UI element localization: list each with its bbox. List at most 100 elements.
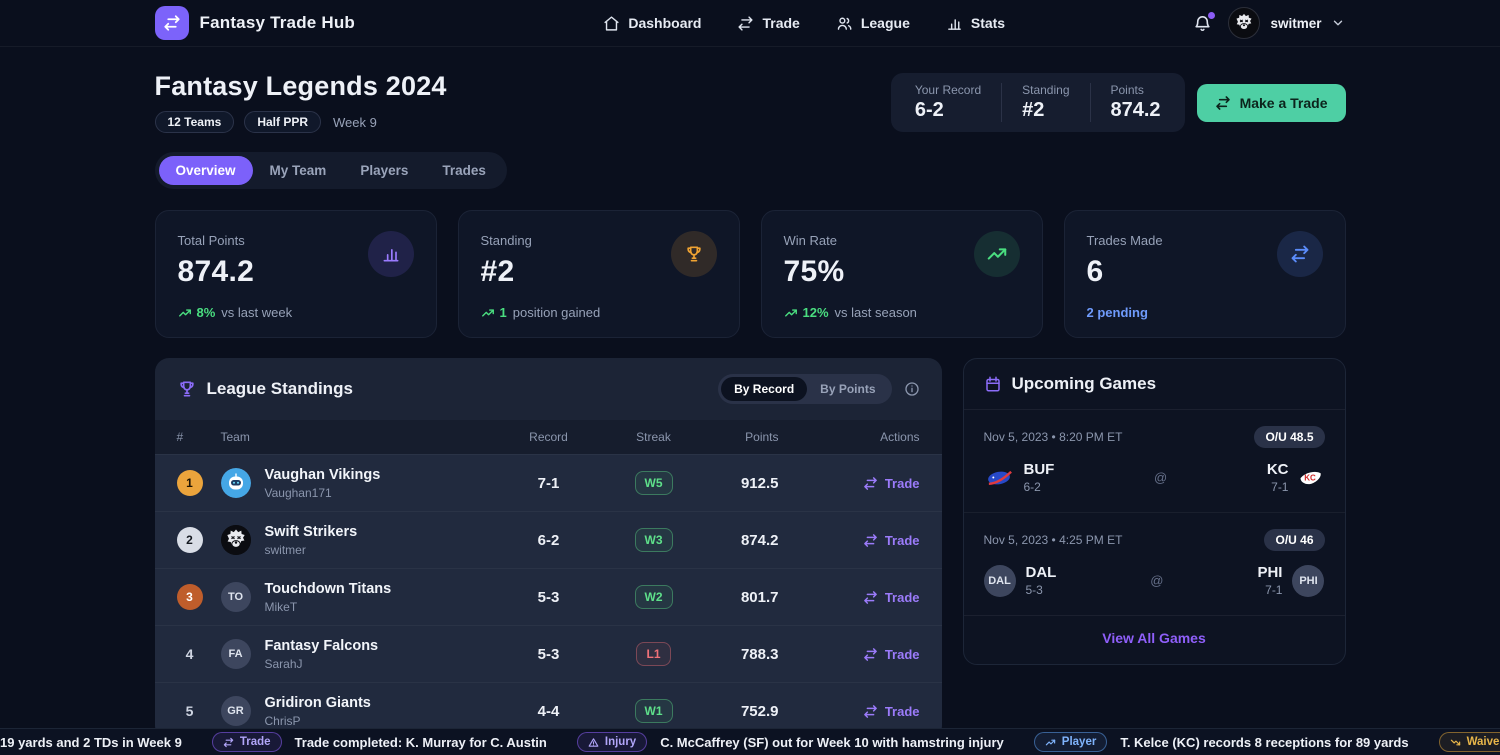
trend-down-icon bbox=[1450, 737, 1461, 748]
card-trades-made: Trades Made 6 2 pending bbox=[1064, 210, 1346, 338]
nav-label: Trade bbox=[762, 15, 799, 31]
bar-chart-icon bbox=[368, 231, 414, 277]
user-avatar bbox=[1228, 7, 1260, 39]
brand-name: Fantasy Trade Hub bbox=[200, 13, 356, 33]
warning-icon bbox=[588, 737, 599, 748]
over-under-badge: O/U 48.5 bbox=[1254, 426, 1324, 448]
trend-up-icon: 1 bbox=[481, 305, 507, 320]
user-menu[interactable]: switmer bbox=[1228, 7, 1345, 39]
summary-standing: Standing #2 bbox=[1001, 83, 1089, 122]
calendar-icon bbox=[984, 375, 1002, 393]
tab-players[interactable]: Players bbox=[343, 156, 425, 185]
card-win-rate: Win Rate 75% 12% vs last season bbox=[761, 210, 1043, 338]
ticker-item: 19 yards and 2 TDs in Week 9 bbox=[0, 735, 182, 750]
rank-badge: 1 bbox=[177, 470, 203, 496]
rank-label: 4 bbox=[177, 641, 203, 667]
app-logo[interactable]: Fantasy Trade Hub bbox=[155, 6, 356, 40]
make-a-trade-button[interactable]: Make a Trade bbox=[1197, 84, 1346, 122]
ticker-item: Player T. Kelce (KC) records 8 reception… bbox=[1034, 732, 1409, 752]
swap-icon bbox=[1215, 95, 1231, 111]
over-under-badge: O/U 46 bbox=[1264, 529, 1324, 551]
notification-dot bbox=[1208, 12, 1215, 19]
team-avatar: DAL bbox=[984, 565, 1016, 597]
injury-badge: Injury bbox=[577, 732, 647, 752]
trade-button[interactable]: Trade bbox=[863, 590, 920, 605]
nav-item-trade[interactable]: Trade bbox=[737, 15, 799, 32]
card-total-points: Total Points 874.2 8% vs last week bbox=[155, 210, 437, 338]
at-symbol: @ bbox=[1150, 573, 1163, 588]
tab-overview[interactable]: Overview bbox=[159, 156, 253, 185]
team-avatar: GR bbox=[221, 696, 251, 726]
stat-cards: Total Points 874.2 8% vs last week Stand… bbox=[155, 210, 1346, 338]
view-all-games: View All Games bbox=[964, 615, 1345, 664]
pending-trades[interactable]: 2 pending bbox=[1087, 305, 1148, 320]
toggle-by-points[interactable]: By Points bbox=[807, 377, 888, 401]
trade-button[interactable]: Trade bbox=[863, 476, 920, 491]
page-header: Fantasy Legends 2024 12 Teams Half PPR W… bbox=[155, 47, 1346, 133]
news-ticker: 19 yards and 2 TDs in Week 9 Trade Trade… bbox=[0, 728, 1500, 755]
nav-label: Stats bbox=[971, 15, 1005, 31]
card-standing: Standing #2 1 position gained bbox=[458, 210, 740, 338]
nav-item-stats[interactable]: Stats bbox=[946, 15, 1005, 32]
main-nav: Dashboard Trade League Stats bbox=[603, 15, 1005, 32]
trade-badge: Trade bbox=[212, 732, 282, 752]
users-icon bbox=[836, 15, 853, 32]
streak-badge: W1 bbox=[635, 699, 673, 723]
tab-trades[interactable]: Trades bbox=[425, 156, 503, 185]
league-standings-panel: League Standings By Record By Points # T… bbox=[155, 358, 942, 739]
sort-toggle: By Record By Points bbox=[718, 374, 891, 404]
username: switmer bbox=[1270, 16, 1321, 31]
at-symbol: @ bbox=[1154, 470, 1167, 485]
swap-icon bbox=[1277, 231, 1323, 277]
trade-button[interactable]: Trade bbox=[863, 647, 920, 662]
game-row: Nov 5, 2023 • 8:20 PM ET O/U 48.5 BUF 6-… bbox=[964, 410, 1345, 512]
trend-up-icon bbox=[974, 231, 1020, 277]
summary-points: Points 874.2 bbox=[1090, 83, 1181, 122]
standings-title: League Standings bbox=[207, 379, 353, 399]
trend-up-icon: 8% bbox=[178, 305, 216, 320]
ticker-item: Injury C. McCaffrey (SF) out for Week 10… bbox=[577, 732, 1004, 752]
game-datetime: Nov 5, 2023 • 8:20 PM ET bbox=[984, 430, 1123, 444]
record-summary: Your Record 6-2 Standing #2 Points 874.2 bbox=[891, 73, 1185, 132]
info-icon[interactable] bbox=[904, 381, 920, 397]
bills-logo bbox=[984, 468, 1014, 488]
scoring-badge: Half PPR bbox=[244, 111, 321, 133]
rank-badge: 3 bbox=[177, 584, 203, 610]
standings-header-row: # Team Record Streak Points Actions bbox=[155, 420, 942, 454]
summary-your-record: Your Record 6-2 bbox=[895, 83, 1001, 122]
table-row: 3 TO Touchdown Titans MikeT 5-3 W2 801.7… bbox=[155, 568, 942, 625]
streak-badge: L1 bbox=[636, 642, 670, 666]
table-row: 4 FA Fantasy Falcons SarahJ 5-3 L1 788.3… bbox=[155, 625, 942, 682]
chevron-down-icon bbox=[1331, 16, 1345, 30]
notifications-bell-icon[interactable] bbox=[1193, 14, 1212, 33]
bar-chart-icon bbox=[946, 15, 963, 32]
nav-item-league[interactable]: League bbox=[836, 15, 910, 32]
teams-badge: 12 Teams bbox=[155, 111, 235, 133]
streak-badge: W5 bbox=[635, 471, 673, 495]
nav-item-dashboard[interactable]: Dashboard bbox=[603, 15, 701, 32]
trend-up-icon bbox=[1045, 737, 1056, 748]
view-all-games-link[interactable]: View All Games bbox=[1102, 630, 1206, 646]
table-row: 1 Vaughan Vikings Vaughan171 7-1 W5 912.… bbox=[155, 454, 942, 511]
trade-button[interactable]: Trade bbox=[863, 533, 920, 548]
ticker-item: Trade Trade completed: K. Murray for C. … bbox=[212, 732, 547, 752]
rank-badge: 2 bbox=[177, 527, 203, 553]
team-avatar bbox=[221, 525, 251, 555]
chiefs-logo: KC bbox=[1298, 468, 1324, 488]
trade-button[interactable]: Trade bbox=[863, 704, 920, 719]
player-badge: Player bbox=[1034, 732, 1108, 752]
trophy-icon bbox=[671, 231, 717, 277]
swap-icon bbox=[155, 6, 189, 40]
team-avatar: PHI bbox=[1292, 565, 1324, 597]
svg-text:KC: KC bbox=[1305, 473, 1317, 482]
tab-my-team[interactable]: My Team bbox=[253, 156, 344, 185]
toggle-by-record[interactable]: By Record bbox=[721, 377, 807, 401]
streak-badge: W2 bbox=[635, 585, 673, 609]
upcoming-games-panel: Upcoming Games Nov 5, 2023 • 8:20 PM ET … bbox=[963, 358, 1346, 665]
team-avatar bbox=[221, 468, 251, 498]
home-icon bbox=[603, 15, 620, 32]
waiver-badge: Waiver bbox=[1439, 732, 1500, 752]
streak-badge: W3 bbox=[635, 528, 673, 552]
top-nav: Fantasy Trade Hub Dashboard Trade League… bbox=[0, 0, 1500, 47]
nav-right: switmer bbox=[1193, 7, 1345, 39]
